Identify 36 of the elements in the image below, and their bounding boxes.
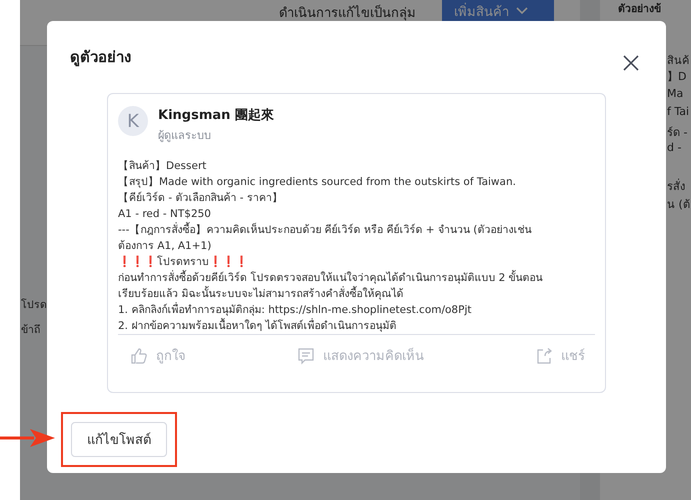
post-text: ---【กฎการสั่งซื้อ】ความคิดเห็นประกอบด้วย คีย์เวิร์ด หรือ คีย์เวิร์ด + จำนวน (ตัวอย่างเช่น ต้องการ A1, A1+1) — [118, 224, 532, 252]
background-text: สินค้ — [667, 54, 689, 67]
author-name: Kingsman 團起來 — [158, 107, 274, 124]
share-button[interactable]: แชร์ — [535, 345, 585, 366]
post-text: ก่อนทำการสั่งซื้อด้วยคีย์เวิร์ด โปรดตรวจสอบให้แน่ใจว่าคุณได้ดำเนินการอนุมัติแบบ 2 ขั้นตอน เรียบร้อยแล้ว มิฉะนั้นระบบจะไม่สามารถสร้างคำสั่งซื้อให้คุณได้ — [118, 272, 543, 300]
background-text: รสั่ง — [667, 180, 685, 193]
background-text: f Tai — [667, 105, 690, 118]
post-text: 2. ฝากข้อความพร้อมเนื้อหาใดๆ ได้โพสต์เพื่อดำเนินการอนุมัติ — [118, 320, 397, 332]
post-text: ❗❗❗โปรดทราบ❗❗❗ — [118, 256, 248, 268]
share-icon — [535, 346, 553, 364]
background-text: Ma — [667, 87, 684, 100]
post-text: 【สรุป】Made with organic ingredients sourced from the outskirts of Taiwan. — [118, 176, 516, 188]
edit-post-button[interactable]: แก้ไขโพสต์ — [71, 422, 167, 457]
background-text: โปรด — [21, 298, 47, 313]
avatar: K — [118, 106, 148, 136]
comment-button[interactable]: แสดงความคิดเห็น — [297, 345, 424, 366]
background-text: น (ต้ — [667, 198, 690, 211]
post-text: A1 - red - NT$250 — [118, 208, 211, 220]
background-text: 】D — [667, 70, 686, 83]
post-text: 1. คลิกลิงก์เพื่อทำการอนุมัติกลุ่ม: https://shln-me.shoplinetest.com/o8Pjt — [118, 304, 472, 316]
post-text: 【คีย์เวิร์ด - ตัวเลือกสินค้า - ราคา】 — [118, 192, 283, 204]
dialog-title: ดูตัวอย่าง — [70, 47, 131, 68]
comment-icon — [297, 346, 315, 364]
pointer-arrow-icon — [0, 427, 56, 449]
bulk-edit-link[interactable]: ดำเนินการแก้ไขเป็นกลุ่ม — [279, 2, 416, 23]
background-text: ร์ด - — [667, 126, 688, 139]
chevron-down-icon — [515, 6, 529, 16]
add-product-button[interactable]: เพิ่มสินค้า — [442, 0, 554, 22]
panel-title: ตัวอย่างข้ — [617, 2, 662, 16]
thumbs-up-icon — [130, 346, 148, 364]
like-button[interactable]: ถูกใจ — [130, 345, 186, 366]
background-text: d - — [667, 141, 682, 154]
post-text: 【สินค้า】Dessert — [118, 160, 206, 172]
close-icon[interactable] — [623, 55, 639, 71]
background-text: ข้าถึ — [21, 323, 40, 338]
author-role: ผู้ดูแลระบบ — [158, 128, 212, 144]
